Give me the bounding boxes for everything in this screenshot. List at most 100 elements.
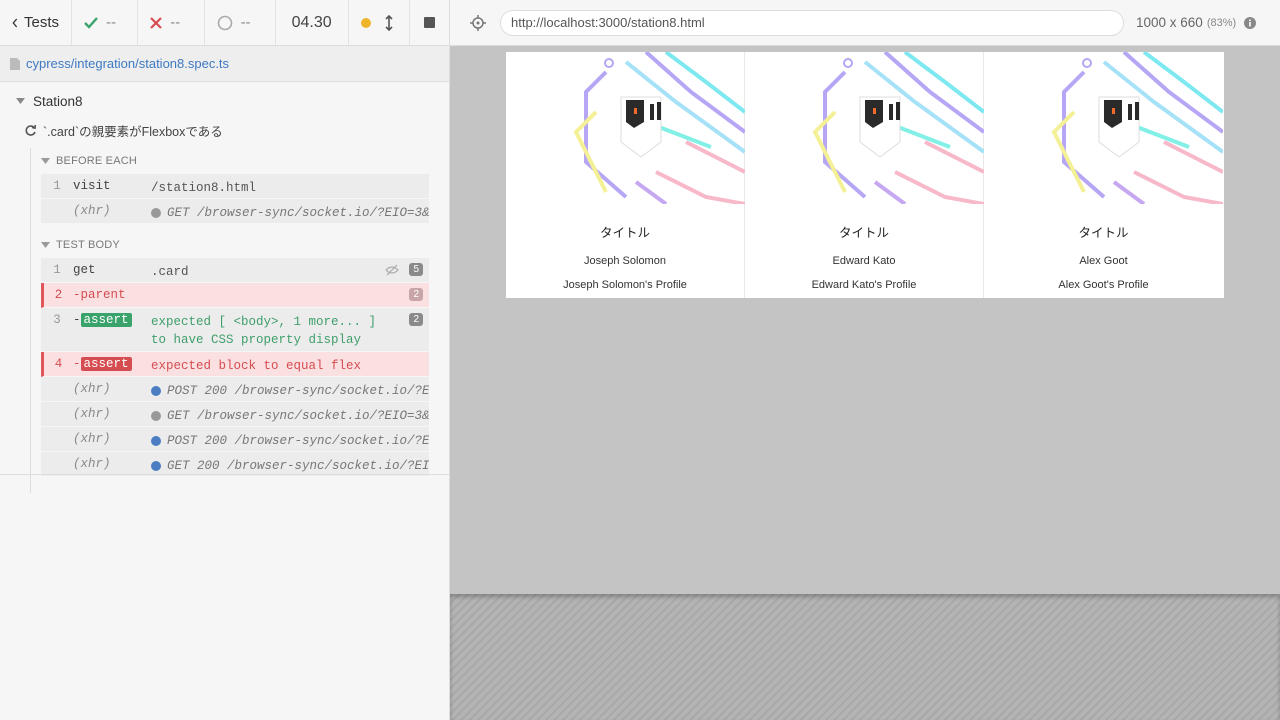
runnable-tree: Station8 `.card`の親要素がFlexboxである BEFORE E… [0, 82, 449, 493]
test-commands: BEFORE EACH 1 visit /station8.html (xhr)… [30, 148, 429, 493]
test-title-row[interactable]: `.card`の親要素がFlexboxである [16, 114, 449, 146]
command-xhr[interactable]: (xhr) GET /browser-sync/socket.io/?EIO=3… [41, 402, 429, 427]
url-bar: http://localhost:3000/station8.html 1000… [450, 0, 1280, 46]
reporter-panel: Tests -- -- -- 04.30 cypress/integration… [0, 0, 450, 720]
info-icon[interactable] [1244, 16, 1257, 29]
element-count-badge: 5 [409, 263, 423, 276]
card-image [506, 52, 745, 204]
command-name: (xhr) [73, 432, 111, 446]
xhr-url: GET /browser-sync/socket.io/?EIO=3&trans… [167, 409, 429, 423]
command-number: 1 [53, 263, 61, 277]
assert-value: display [308, 333, 362, 347]
xhr-status-dot-icon [151, 411, 161, 421]
card-profile: Edward Kato's Profile [811, 279, 917, 291]
command-message: POST 200 /browser-sync/socket.io/?EIO=3 [151, 382, 429, 400]
assert-text: expected [151, 315, 219, 329]
reporter-header: Tests -- -- -- 04.30 [0, 0, 449, 46]
command-message: GET /browser-sync/socket.io/?EIO=3&trans… [151, 204, 429, 222]
command-name: (xhr) [73, 407, 111, 421]
card-title: タイトル [838, 226, 889, 240]
assert-text: expected [151, 359, 219, 373]
suite-station8[interactable]: Station8 [16, 88, 449, 114]
passed-count[interactable]: -- [72, 0, 139, 45]
before-each-label: BEFORE EACH [56, 155, 138, 167]
assert-subject: [ <body>, 1 more... ] [218, 315, 377, 329]
spec-file-bar[interactable]: cypress/integration/station8.spec.ts [0, 46, 449, 82]
run-controls [349, 0, 410, 45]
command-message: expected block to equal flex [151, 357, 429, 375]
command-name: - assert [73, 313, 151, 327]
card-title: タイトル [1078, 226, 1129, 240]
assert-text: to equal [256, 359, 332, 373]
command-parent[interactable]: 2 -parent 2 [41, 283, 429, 308]
pending-value: -- [240, 14, 251, 31]
stop-button[interactable] [410, 0, 449, 45]
test-body-title[interactable]: TEST BODY [41, 232, 429, 258]
command-indent: - [73, 357, 81, 371]
caret-down-icon [16, 98, 25, 104]
check-icon [84, 16, 98, 29]
command-get[interactable]: 1 get .card 5 [41, 258, 429, 283]
xhr-url: POST 200 /browser-sync/socket.io/?EIO=3 [167, 434, 429, 448]
card[interactable]: タイトル Joseph Solomon Joseph Solomon's Pro… [506, 52, 745, 298]
viewport-overflow-area [450, 594, 1280, 720]
test-title: `.card`の親要素がFlexboxである [43, 124, 223, 139]
command-number: 4 [54, 357, 63, 371]
command-name: (xhr) [73, 204, 111, 218]
autoscroll-toggle-icon[interactable] [385, 14, 393, 31]
command-name: -parent [73, 288, 126, 302]
xhr-status-dot-icon [151, 461, 161, 471]
command-message: POST 200 /browser-sync/socket.io/?EIO=3 [151, 432, 429, 450]
url-input[interactable]: http://localhost:3000/station8.html [500, 9, 1124, 36]
selector-playground-icon[interactable] [470, 14, 486, 31]
circuit-logo-icon [812, 52, 984, 204]
before-each-hook-title[interactable]: BEFORE EACH [41, 148, 429, 174]
command-message: GET 200 /browser-sync/socket.io/?EIO=3 [151, 457, 429, 475]
back-to-tests-button[interactable]: Tests [0, 0, 72, 45]
card-name: Joseph Solomon [584, 255, 666, 267]
spec-file-path[interactable]: cypress/integration/station8.spec.ts [26, 56, 229, 71]
failed-count[interactable]: -- [138, 0, 205, 45]
assert-text: to have CSS property [151, 333, 309, 347]
xhr-status-dot-icon [151, 436, 161, 446]
app-under-test: タイトル Joseph Solomon Joseph Solomon's Pro… [506, 52, 1224, 298]
command-indent: - [73, 313, 81, 327]
xhr-status-dot-icon [151, 208, 161, 218]
card-profile: Joseph Solomon's Profile [563, 279, 687, 291]
test-body-label: TEST BODY [56, 239, 120, 251]
command-message: expected [ <body>, 1 more... ] to have C… [151, 313, 429, 349]
command-assert-pass[interactable]: 3 - assert expected [ <body>, 1 more... ]… [41, 308, 429, 352]
command-name: - assert [73, 357, 151, 371]
command-name: visit [73, 179, 111, 193]
viewport-size: 1000 x 660 [1136, 15, 1203, 30]
command-number: 1 [53, 179, 61, 193]
x-icon [150, 16, 163, 29]
command-xhr[interactable]: (xhr) POST 200 /browser-sync/socket.io/?… [41, 377, 429, 402]
card[interactable]: タイトル Alex Goot Alex Goot's Profile [984, 52, 1223, 298]
card-name: Edward Kato [832, 255, 896, 267]
card[interactable]: タイトル Edward Kato Edward Kato's Profile [745, 52, 984, 298]
assert-tag: assert [80, 357, 132, 371]
command-xhr[interactable]: (xhr) POST 200 /browser-sync/socket.io/?… [41, 427, 429, 452]
caret-down-icon [41, 158, 50, 164]
command-number: 2 [54, 288, 63, 302]
command-xhr[interactable]: (xhr) GET /browser-sync/socket.io/?EIO=3… [41, 199, 429, 224]
pending-circle-icon [217, 15, 232, 30]
assert-actual: block [218, 359, 257, 373]
command-visit[interactable]: 1 visit /station8.html [41, 174, 429, 199]
eye-slash-icon [385, 264, 399, 276]
passed-value: -- [106, 14, 116, 31]
command-message: GET /browser-sync/socket.io/?EIO=3&trans… [151, 407, 429, 425]
caret-down-icon [41, 242, 50, 248]
divider [0, 474, 449, 475]
assert-expected: flex [331, 359, 362, 373]
card-image [984, 52, 1223, 204]
command-name: get [73, 263, 96, 277]
command-name: (xhr) [73, 457, 111, 471]
suite-title: Station8 [33, 93, 83, 109]
command-assert-fail[interactable]: 4 - assert expected block to equal flex [41, 352, 429, 377]
tests-label: Tests [23, 14, 59, 31]
viewport-info[interactable]: 1000 x 660 (83%) [1136, 15, 1257, 30]
command-number: 3 [53, 313, 61, 327]
pending-count[interactable]: -- [205, 0, 275, 45]
